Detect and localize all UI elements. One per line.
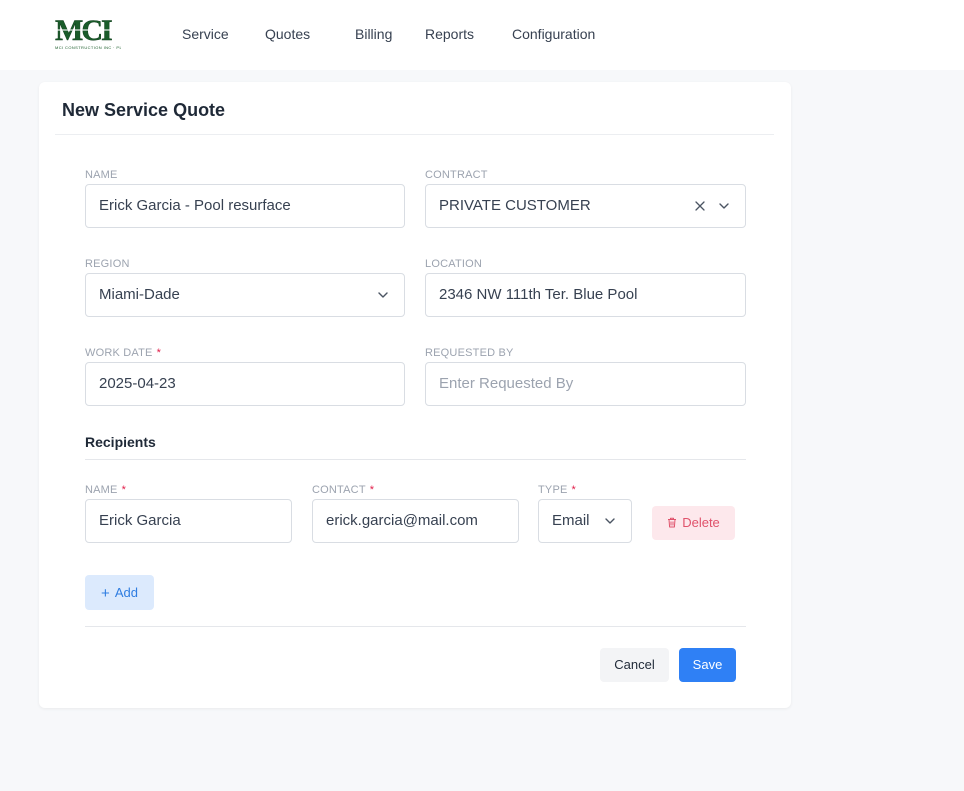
recipient-name-input[interactable]: Erick Garcia xyxy=(85,499,292,543)
recipient-name-label: NAME * xyxy=(85,484,126,497)
nav-item-reports[interactable]: Reports xyxy=(425,26,474,43)
recipient-name-label-text: NAME xyxy=(85,484,118,496)
recipient-name-value: Erick Garcia xyxy=(99,512,181,529)
location-input[interactable]: 2346 NW 111th Ter. Blue Pool xyxy=(425,273,746,317)
required-mark: * xyxy=(156,347,162,359)
save-button[interactable]: Save xyxy=(679,648,736,682)
location-label: LOCATION xyxy=(425,258,483,270)
footer-divider xyxy=(85,626,746,627)
required-mark: * xyxy=(571,484,577,496)
nav-item-service[interactable]: Service xyxy=(182,26,229,43)
region-select[interactable]: Miami-Dade xyxy=(85,273,405,317)
nav-item-configuration[interactable]: Configuration xyxy=(512,26,595,43)
recipients-divider xyxy=(85,459,746,460)
required-mark: * xyxy=(369,484,375,496)
recipient-type-value: Email xyxy=(552,512,590,529)
work-date-input[interactable]: 2025-04-23 xyxy=(85,362,405,406)
title-divider xyxy=(55,134,774,135)
chevron-down-icon[interactable] xyxy=(603,514,617,528)
name-label: NAME xyxy=(85,169,118,181)
requested-by-placeholder: Enter Requested By xyxy=(439,375,574,392)
delete-button-label: Delete xyxy=(682,515,720,530)
top-navbar: MCI MCI CONSTRUCTION INC · PLUMBING & ME… xyxy=(0,0,964,70)
location-input-value: 2346 NW 111th Ter. Blue Pool xyxy=(439,286,638,303)
nav-item-billing[interactable]: Billing xyxy=(355,26,392,43)
requested-by-input[interactable]: Enter Requested By xyxy=(425,362,746,406)
recipient-contact-input[interactable]: erick.garcia@mail.com xyxy=(312,499,519,543)
chevron-down-icon[interactable] xyxy=(376,288,390,302)
page-title: New Service Quote xyxy=(62,100,226,120)
recipient-contact-label: CONTACT * xyxy=(312,484,374,497)
service-quote-card: New Service Quote NAME Erick Garcia - Po… xyxy=(39,82,791,708)
trash-icon xyxy=(668,517,677,528)
nav-item-quotes[interactable]: Quotes xyxy=(265,26,310,43)
recipient-type-label-text: TYPE xyxy=(538,484,568,496)
recipient-type-label: TYPE * xyxy=(538,484,576,497)
add-recipient-button[interactable]: + Add xyxy=(85,575,154,610)
recipient-type-select[interactable]: Email xyxy=(538,499,632,543)
recipients-title: Recipients xyxy=(85,434,156,450)
contract-label: CONTRACT xyxy=(425,169,488,181)
recipient-contact-value: erick.garcia@mail.com xyxy=(326,512,478,529)
logo-subtitle: MCI CONSTRUCTION INC · PLUMBING & MECHAN… xyxy=(55,45,121,50)
recipient-contact-label-text: CONTACT xyxy=(312,484,366,496)
cancel-button[interactable]: Cancel xyxy=(600,648,669,682)
region-select-value: Miami-Dade xyxy=(99,286,180,303)
company-logo[interactable]: MCI MCI CONSTRUCTION INC · PLUMBING & ME… xyxy=(55,14,121,52)
requested-by-label: REQUESTED BY xyxy=(425,347,514,359)
plus-icon: + xyxy=(101,585,110,602)
region-label: REGION xyxy=(85,258,130,270)
logo-band xyxy=(55,29,121,31)
delete-recipient-button[interactable]: Delete xyxy=(652,506,735,540)
logo-text: MCI xyxy=(55,14,113,47)
chevron-down-icon[interactable] xyxy=(717,199,731,213)
work-date-label-text: WORK DATE xyxy=(85,347,153,359)
work-date-label: WORK DATE * xyxy=(85,347,161,360)
contract-select-value: PRIVATE CUSTOMER xyxy=(439,197,591,214)
required-mark: * xyxy=(121,484,127,496)
add-button-label: Add xyxy=(114,585,138,600)
name-input-value: Erick Garcia - Pool resurface xyxy=(99,197,291,214)
contract-select[interactable]: PRIVATE CUSTOMER xyxy=(425,184,746,228)
clear-icon[interactable] xyxy=(694,200,706,212)
name-input[interactable]: Erick Garcia - Pool resurface xyxy=(85,184,405,228)
work-date-input-value: 2025-04-23 xyxy=(99,375,176,392)
